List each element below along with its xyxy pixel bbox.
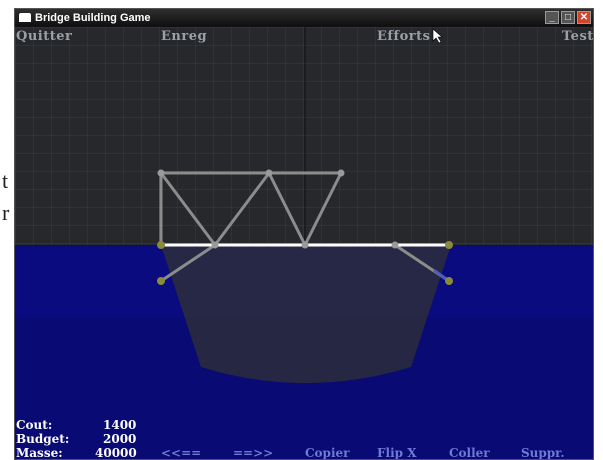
anchor-point	[445, 277, 453, 285]
joint[interactable]	[211, 241, 219, 249]
quit-button[interactable]: Quitter	[16, 29, 72, 44]
maximize-button[interactable]: □	[561, 11, 575, 24]
efforts-button[interactable]: Efforts	[377, 29, 430, 44]
flip-x-button[interactable]: Flip X	[377, 446, 417, 459]
joint[interactable]	[391, 241, 399, 249]
joint[interactable]	[301, 241, 309, 249]
anchor-point	[445, 241, 453, 249]
undo-button[interactable]: <<==	[161, 446, 201, 459]
minimize-button[interactable]: _	[545, 11, 559, 24]
mass-value: 40000	[95, 446, 137, 460]
background-glyph: t	[2, 168, 9, 193]
redo-button[interactable]: ==>>	[233, 446, 273, 459]
app-icon	[19, 13, 31, 22]
background-page: t r	[0, 0, 14, 460]
test-button[interactable]: Test	[562, 29, 593, 44]
save-button[interactable]: Enreg	[161, 29, 207, 44]
window-title: Bridge Building Game	[35, 12, 151, 24]
cost-label: Cout:	[16, 418, 53, 432]
anchor-point	[157, 241, 165, 249]
title-bar: Bridge Building Game _ □ ✕	[15, 9, 593, 27]
joint[interactable]	[265, 169, 273, 177]
game-window: Bridge Building Game _ □ ✕ Quitter Enreg…	[14, 8, 594, 460]
paste-button[interactable]: Coller	[449, 446, 490, 459]
mass-label: Masse:	[16, 446, 63, 460]
cost-value: 1400	[103, 418, 137, 432]
joint[interactable]	[157, 169, 165, 177]
background-glyph: r	[2, 200, 10, 225]
copy-button[interactable]: Copier	[305, 446, 349, 459]
anchor-point	[157, 277, 165, 285]
joint[interactable]	[337, 169, 345, 177]
close-button[interactable]: ✕	[577, 11, 591, 24]
game-canvas[interactable]	[15, 27, 594, 460]
budget-value: 2000	[103, 432, 137, 446]
delete-button[interactable]: Suppr.	[521, 446, 565, 459]
budget-label: Budget:	[16, 432, 70, 446]
